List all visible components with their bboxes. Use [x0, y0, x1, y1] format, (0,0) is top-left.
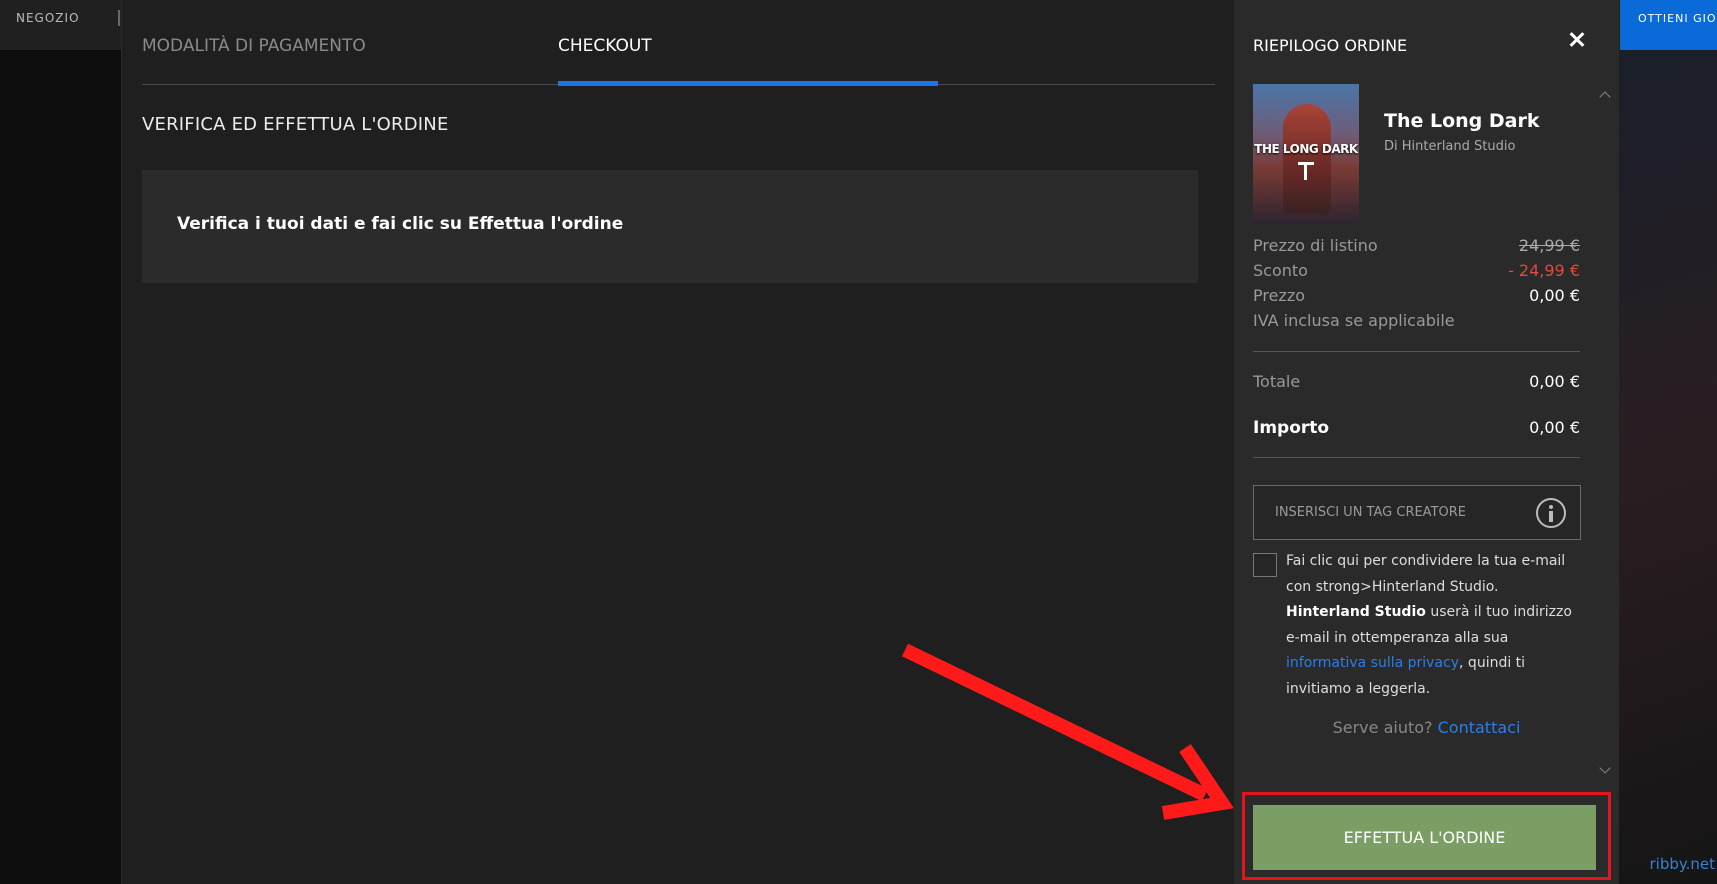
discount-value: - 24,99 €: [1508, 261, 1580, 280]
list-price-value: 24,99 €: [1518, 236, 1580, 255]
checkout-modal: MODALITÀ DI PAGAMENTO CHECKOUT VERIFICA …: [121, 0, 1619, 884]
help-text: Serve aiuto?: [1332, 718, 1433, 737]
nav-store-link[interactable]: NEGOZIO: [16, 0, 80, 36]
section-title: VERIFICA ED EFFETTUA L'ORDINE: [142, 114, 449, 135]
nav-separator: [118, 10, 120, 26]
checkout-tabs: MODALITÀ DI PAGAMENTO CHECKOUT: [142, 0, 1215, 86]
tab-checkout[interactable]: CHECKOUT: [558, 0, 938, 86]
creator-tag-input[interactable]: [1254, 486, 1534, 539]
privacy-policy-link[interactable]: informativa sulla privacy: [1286, 655, 1459, 671]
creator-tag-box: [1253, 485, 1581, 540]
vat-note: IVA inclusa se applicabile: [1253, 311, 1455, 330]
discount-label: Sconto: [1253, 261, 1308, 280]
review-notice: Verifica i tuoi dati e fai clic su Effet…: [142, 170, 1198, 283]
info-icon[interactable]: [1536, 498, 1566, 528]
summary-scrollbar[interactable]: [1598, 85, 1612, 782]
order-summary-panel: RIEPILOGO ORDINE THE LONG DARK The Long …: [1234, 0, 1619, 884]
checkout-main-panel: MODALITÀ DI PAGAMENTO CHECKOUT VERIFICA …: [122, 0, 1234, 884]
amount-label: Importo: [1253, 418, 1330, 438]
share-email-consent-text: Fai clic qui per condividere la tua e-ma…: [1286, 549, 1576, 702]
price-label: Prezzo: [1253, 286, 1306, 305]
scroll-down-icon[interactable]: [1599, 762, 1611, 774]
price-value: 0,00 €: [1529, 286, 1580, 305]
get-game-button[interactable]: OTTIENI GIOCO: [1620, 0, 1717, 50]
contact-link[interactable]: Contattaci: [1438, 718, 1521, 737]
place-order-button[interactable]: EFFETTUA L'ORDINE: [1253, 805, 1596, 870]
help-line: Serve aiuto? Contattaci: [1234, 718, 1619, 737]
amount-value: 0,00 €: [1529, 418, 1580, 437]
game-title: The Long Dark: [1384, 110, 1540, 132]
consent-text-1: Fai clic qui per condividere la tua e-ma…: [1286, 553, 1566, 595]
watermark: ribby.net: [1649, 855, 1715, 873]
cover-title: THE LONG DARK: [1254, 142, 1358, 156]
scroll-up-icon[interactable]: [1599, 91, 1611, 103]
summary-divider: [1253, 457, 1580, 458]
game-cover-image: THE LONG DARK: [1253, 84, 1359, 224]
order-footer: EFFETTUA L'ORDINE: [1234, 790, 1619, 884]
game-developer: Di Hinterland Studio: [1384, 139, 1516, 154]
order-summary-title: RIEPILOGO ORDINE: [1253, 36, 1408, 55]
review-notice-text: Verifica i tuoi dati e fai clic su Effet…: [177, 214, 624, 234]
cover-figure: [1283, 104, 1331, 214]
background-art: [1617, 50, 1717, 884]
list-price-label: Prezzo di listino: [1253, 236, 1378, 255]
close-icon[interactable]: [1566, 28, 1590, 52]
share-email-checkbox[interactable]: [1253, 553, 1277, 577]
consent-developer-name: Hinterland Studio: [1286, 604, 1426, 620]
total-value: 0,00 €: [1529, 372, 1580, 391]
tab-payment-method[interactable]: MODALITÀ DI PAGAMENTO: [142, 0, 366, 85]
summary-divider: [1253, 351, 1580, 352]
cover-logo-icon: [1298, 162, 1314, 180]
total-label: Totale: [1253, 372, 1301, 391]
